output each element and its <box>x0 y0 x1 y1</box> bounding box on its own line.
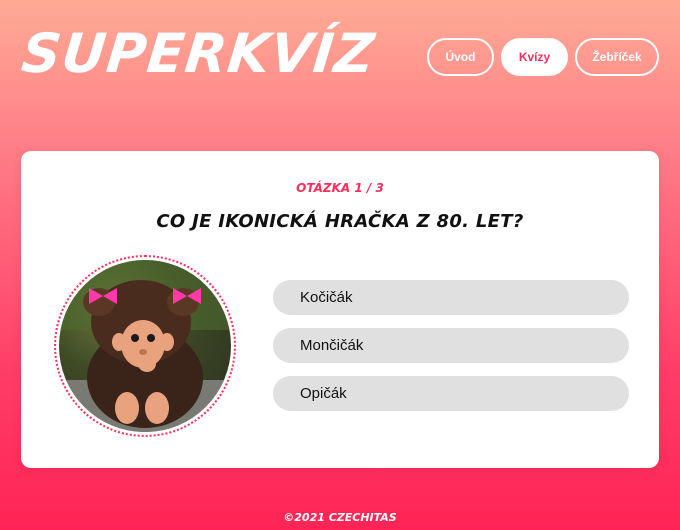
question-image-frame <box>54 255 236 437</box>
main-nav: Úvod Kvízy Žebříček <box>427 38 659 76</box>
site-logo[interactable]: SUPERKVÍZ <box>19 22 378 86</box>
nav-kvizy-button[interactable]: Kvízy <box>501 38 568 76</box>
nav-zebricek-button[interactable]: Žebříček <box>575 38 659 76</box>
question-image <box>59 260 231 432</box>
question-card: Otázka 1 / 3 Co je ikonická hračka z 80.… <box>21 151 659 468</box>
answer-option[interactable]: Kočičák <box>273 280 629 315</box>
monchhichi-illustration <box>59 260 231 432</box>
answers-list: Kočičák Mončičák Opičák <box>273 280 629 424</box>
nav-uvod-button[interactable]: Úvod <box>427 38 494 76</box>
question-title: Co je ikonická hračka z 80. let? <box>156 211 524 232</box>
answer-option[interactable]: Opičák <box>273 376 629 411</box>
answer-option[interactable]: Mončičák <box>273 328 629 363</box>
question-counter: Otázka 1 / 3 <box>296 181 384 195</box>
page-footer: ©2021 Czechitas <box>283 511 397 524</box>
